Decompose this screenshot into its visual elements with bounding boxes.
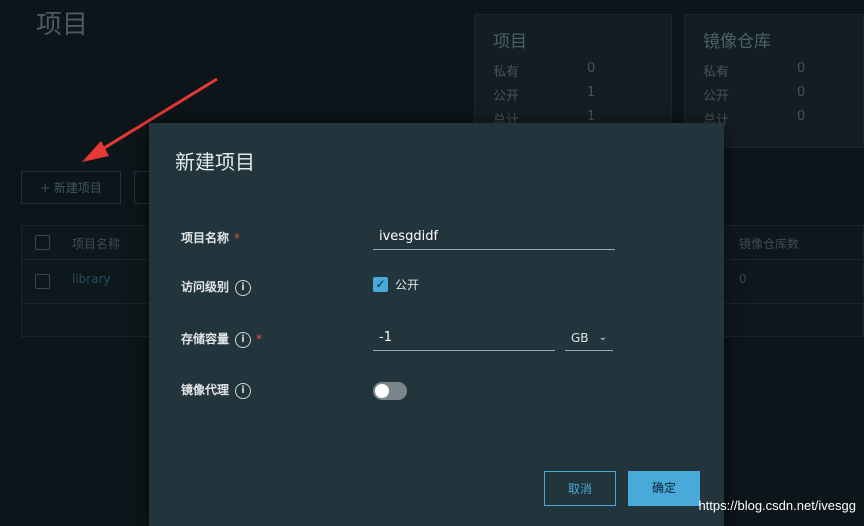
new-project-dialog: 新建项目 项目名称 * ivesgdidf 访问级别 i ✓ 公开 存储容量 i * -… — [149, 123, 724, 526]
dialog-title: 新建项目 — [175, 150, 255, 174]
info-icon[interactable]: i — [235, 331, 252, 348]
cancel-button[interactable]: 取消 — [544, 471, 616, 506]
storage-unit-value: GB — [571, 331, 589, 345]
public-checkbox[interactable]: ✓ — [373, 277, 388, 292]
arrow-head — [82, 141, 109, 162]
storage-quota-label: 存储容量 i * — [181, 331, 263, 348]
storage-quota-input[interactable]: -1 — [373, 325, 555, 351]
project-name-input[interactable]: ivesgdidf — [373, 224, 615, 250]
storage-unit-select[interactable]: GB ⌄ — [565, 325, 613, 351]
ok-button[interactable]: 确定 — [628, 471, 700, 506]
info-icon[interactable]: i — [235, 382, 252, 399]
chevron-down-icon: ⌄ — [598, 332, 607, 343]
access-level-label: 访问级别 i — [181, 278, 252, 296]
required-marker: * — [256, 332, 263, 346]
watermark: https://blog.csdn.net/ivesgg — [698, 498, 856, 513]
info-icon[interactable]: i — [235, 279, 252, 296]
proxy-cache-label: 镜像代理 i — [181, 381, 252, 399]
toggle-knob — [375, 384, 389, 398]
public-checkbox-label[interactable]: 公开 — [395, 276, 419, 293]
required-marker: * — [234, 231, 241, 245]
proxy-cache-toggle[interactable] — [373, 382, 407, 400]
project-name-label: 项目名称 * — [181, 231, 241, 245]
